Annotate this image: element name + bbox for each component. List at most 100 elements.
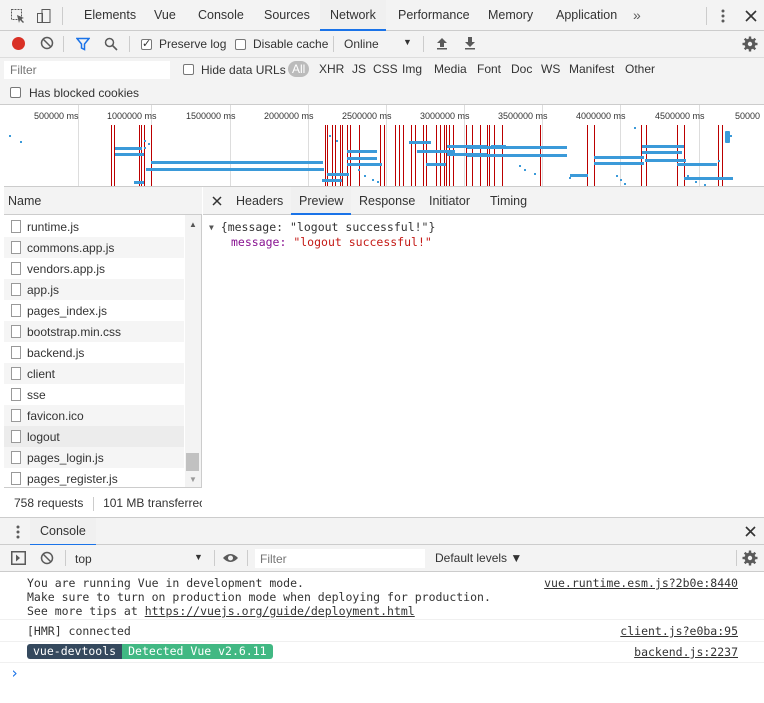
- scroll-up-arrow-icon[interactable]: ▲: [189, 220, 197, 229]
- clear-icon[interactable]: [40, 36, 54, 53]
- request-row[interactable]: vendors.app.js: [4, 258, 184, 279]
- request-row[interactable]: bootstrap.min.css: [4, 321, 184, 342]
- overview-event-marker: [440, 125, 441, 186]
- network-filter-input[interactable]: [4, 61, 170, 79]
- tab-memory[interactable]: Memory: [478, 0, 543, 31]
- request-row[interactable]: pages_index.js: [4, 300, 184, 321]
- search-icon[interactable]: [104, 37, 118, 54]
- tab-vue[interactable]: Vue: [144, 0, 186, 31]
- name-column-header[interactable]: Name: [4, 187, 202, 215]
- tab-sources[interactable]: Sources: [254, 0, 320, 31]
- type-filter-other[interactable]: Other: [622, 61, 658, 77]
- throttle-select[interactable]: Online ▼: [340, 33, 416, 55]
- network-overview-timeline[interactable]: 500000 ms 1000000 ms 1500000 ms 2000000 ms 2…: [4, 105, 764, 187]
- console-message: You are running Vue in development mode.…: [0, 572, 764, 620]
- type-filter-all[interactable]: All: [288, 61, 310, 77]
- network-filter-bar: Hide data URLs Has blocked cookies All XH…: [0, 58, 764, 105]
- scroll-down-arrow-icon[interactable]: ▼: [189, 475, 197, 484]
- tab-performance[interactable]: Performance: [388, 0, 480, 31]
- overview-event-marker: [384, 125, 385, 186]
- tab-console[interactable]: Console: [188, 0, 254, 31]
- request-row[interactable]: pages_login.js: [4, 447, 184, 468]
- request-name: runtime.js: [27, 219, 80, 234]
- request-list-scrollbar[interactable]: ▲ ▼: [185, 215, 201, 487]
- request-name: sse: [27, 387, 46, 402]
- overview-request-dot: [569, 177, 571, 179]
- type-filter-ws[interactable]: WS: [538, 61, 563, 77]
- console-source-link[interactable]: backend.js:2237: [634, 645, 738, 659]
- log-levels-select[interactable]: Default levels ▼: [435, 551, 522, 565]
- request-row[interactable]: backend.js: [4, 342, 184, 363]
- request-name: app.js: [27, 282, 60, 297]
- request-row[interactable]: client: [4, 363, 184, 384]
- deployment-guide-link[interactable]: https://vuejs.org/guide/deployment.html: [145, 604, 415, 618]
- close-detail-icon[interactable]: [212, 195, 222, 209]
- type-filter-media[interactable]: Media: [431, 61, 470, 77]
- hide-data-urls-checkbox[interactable]: [183, 64, 194, 75]
- overview-event-marker: [587, 125, 588, 186]
- overview-selection-handle[interactable]: [725, 131, 730, 143]
- has-blocked-cookies-checkbox[interactable]: [10, 87, 21, 98]
- request-row[interactable]: favicon.ico: [4, 405, 184, 426]
- drawer-menu-icon[interactable]: [16, 525, 20, 542]
- type-filter-img[interactable]: Img: [399, 61, 425, 77]
- type-filter-xhr[interactable]: XHR: [316, 61, 347, 77]
- preserve-log-checkbox[interactable]: [141, 37, 152, 50]
- network-settings-gear-icon[interactable]: [742, 36, 758, 55]
- expand-triangle-icon[interactable]: ▼: [209, 223, 214, 232]
- inspect-element-icon[interactable]: [8, 6, 28, 26]
- type-filter-js[interactable]: JS: [349, 61, 369, 77]
- overview-event-marker: [332, 125, 333, 186]
- context-select[interactable]: top ▼: [70, 548, 210, 569]
- filter-icon[interactable]: [75, 37, 91, 54]
- overview-request-dot: [634, 127, 636, 129]
- console-settings-gear-icon[interactable]: [742, 550, 758, 569]
- more-tabs-button[interactable]: »: [633, 7, 641, 23]
- drawer-tab-console[interactable]: Console: [30, 518, 96, 546]
- detail-tab-response[interactable]: Response: [351, 187, 423, 215]
- close-drawer-icon[interactable]: [745, 526, 756, 540]
- request-row[interactable]: logout: [4, 426, 184, 447]
- overview-event-marker: [449, 125, 450, 186]
- request-row[interactable]: sse: [4, 384, 184, 405]
- request-row[interactable]: pages_register.js: [4, 468, 184, 489]
- type-filter-font[interactable]: Font: [474, 61, 504, 77]
- preview-root-object[interactable]: {message: "logout successful!"}: [221, 220, 436, 234]
- export-har-icon[interactable]: [464, 36, 476, 53]
- tab-elements[interactable]: Elements: [74, 0, 146, 31]
- console-source-link[interactable]: client.js?e0ba:95: [620, 624, 738, 638]
- console-prompt-icon[interactable]: ›: [10, 664, 19, 682]
- import-har-icon[interactable]: [436, 36, 448, 53]
- console-filter-input[interactable]: [255, 549, 425, 568]
- disable-cache-checkbox[interactable]: [235, 39, 246, 50]
- detail-tab-preview[interactable]: Preview: [291, 187, 352, 215]
- file-icon: [11, 409, 21, 422]
- close-devtools-icon[interactable]: [741, 6, 761, 26]
- detail-tab-headers[interactable]: Headers: [228, 187, 291, 215]
- live-expression-eye-icon[interactable]: [222, 552, 239, 567]
- type-filter-doc[interactable]: Doc: [508, 61, 535, 77]
- console-message: vue-devtools Detected Vue v2.6.11 backen…: [0, 642, 764, 663]
- device-toolbar-icon[interactable]: [34, 6, 54, 26]
- clear-console-icon[interactable]: [40, 551, 54, 568]
- request-row[interactable]: app.js: [4, 279, 184, 300]
- tab-application[interactable]: Application: [546, 0, 627, 31]
- type-filter-css[interactable]: CSS: [370, 61, 401, 77]
- request-row[interactable]: runtime.js: [4, 216, 184, 237]
- overview-event-marker: [141, 125, 142, 186]
- console-source-link[interactable]: vue.runtime.esm.js?2b0e:8440: [544, 576, 738, 590]
- type-filter-manifest[interactable]: Manifest: [566, 61, 617, 77]
- record-icon[interactable]: [12, 37, 25, 50]
- detail-tab-initiator[interactable]: Initiator: [421, 187, 478, 215]
- detail-tab-timing[interactable]: Timing: [482, 187, 535, 215]
- overview-request-dot: [20, 141, 22, 143]
- request-row[interactable]: commons.app.js: [4, 237, 184, 258]
- tab-network[interactable]: Network: [320, 0, 386, 31]
- file-icon: [11, 241, 21, 254]
- show-sidebar-icon[interactable]: [11, 551, 26, 568]
- file-icon: [11, 283, 21, 296]
- overview-request-bar: [491, 145, 506, 148]
- scrollbar-thumb[interactable]: [186, 453, 199, 471]
- overview-request-dot: [534, 173, 536, 175]
- menu-kebab-icon[interactable]: [713, 6, 733, 26]
